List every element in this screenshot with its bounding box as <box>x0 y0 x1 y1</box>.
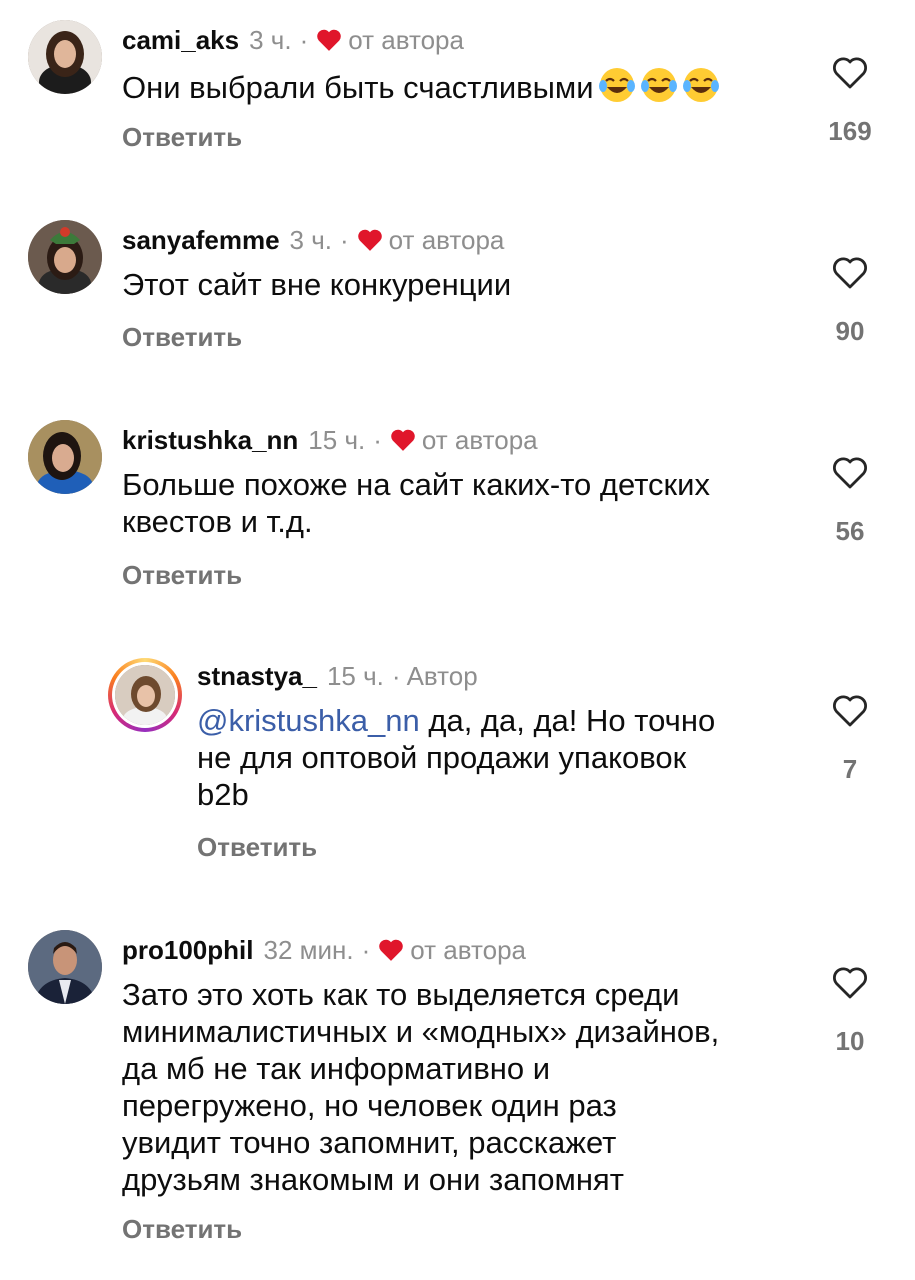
avatar <box>115 665 175 725</box>
author-liked-heart-icon <box>317 29 342 51</box>
comment-meta: sanyafemme 3 ч. · от автора <box>122 224 504 256</box>
separator: · <box>373 425 382 455</box>
avatar[interactable] <box>28 930 102 1004</box>
reply-button[interactable]: Ответить <box>122 560 242 591</box>
author-liked-heart-icon <box>379 939 404 961</box>
avatar[interactable] <box>28 20 102 94</box>
author-badge: Автор <box>406 661 478 691</box>
mention-link[interactable]: @kristushka_nn <box>197 703 420 738</box>
comment-text: Этот сайт вне конкуренции <box>122 267 512 302</box>
emoji-group <box>594 68 720 105</box>
username[interactable]: stnastya_ <box>197 660 317 692</box>
like-heart-icon[interactable] <box>832 56 868 90</box>
comment-text: Зато это хоть как то выделяется среди ми… <box>122 977 720 1197</box>
comment-meta: pro100phil 32 мин. · от автора <box>122 934 526 966</box>
username[interactable]: cami_aks <box>122 24 239 56</box>
comment-text: Они выбрали быть счастливыми <box>122 66 720 106</box>
like-count: 169 <box>828 116 872 146</box>
timestamp: 15 ч. <box>308 425 366 455</box>
like-count: 10 <box>835 1026 865 1056</box>
like-count: 56 <box>835 516 865 546</box>
separator: · <box>391 661 401 691</box>
username[interactable]: pro100phil <box>122 934 253 966</box>
like-heart-icon[interactable] <box>832 966 868 1000</box>
timestamp: 3 ч. <box>289 225 332 255</box>
timestamp: 15 ч. <box>326 661 384 691</box>
laughing-emoji-icon <box>682 68 719 102</box>
comment-meta: kristushka_nn 15 ч. · от автора <box>122 424 538 456</box>
like-count: 7 <box>842 754 858 784</box>
author-badge: от автора <box>421 425 538 455</box>
story-ring-inner <box>112 662 178 728</box>
comment-meta: cami_aks 3 ч. · от автора <box>122 24 464 56</box>
story-ring[interactable] <box>108 658 182 732</box>
comment-text: @kristushka_nn да, да, да! Но точно не д… <box>197 702 715 813</box>
reply-button[interactable]: Ответить <box>122 122 242 153</box>
like-heart-icon[interactable] <box>832 456 868 490</box>
like-heart-icon[interactable] <box>832 256 868 290</box>
reply-button[interactable]: Ответить <box>197 832 317 863</box>
author-badge: от автора <box>388 225 505 255</box>
username[interactable]: kristushka_nn <box>122 424 298 456</box>
laughing-emoji-icon <box>598 68 635 102</box>
comment-meta: stnastya_ 15 ч. · Автор <box>197 660 478 692</box>
username[interactable]: sanyafemme <box>122 224 280 256</box>
comment-text: Больше похоже на сайт каких-то детских к… <box>122 467 710 539</box>
timestamp: 32 мин. <box>263 935 354 965</box>
reply-button[interactable]: Ответить <box>122 1214 242 1245</box>
reply-button[interactable]: Ответить <box>122 322 242 353</box>
laughing-emoji-icon <box>640 68 677 102</box>
avatar[interactable] <box>28 420 102 494</box>
author-badge: от автора <box>348 25 464 55</box>
separator: · <box>299 25 309 55</box>
like-count: 90 <box>835 316 865 346</box>
separator: · <box>361 935 371 965</box>
separator: · <box>340 225 349 255</box>
timestamp: 3 ч. <box>249 25 292 55</box>
comment-body: Они выбрали быть счастливыми <box>122 70 594 105</box>
like-heart-icon[interactable] <box>832 694 868 728</box>
author-badge: от автора <box>410 935 526 965</box>
author-liked-heart-icon <box>357 229 382 251</box>
author-liked-heart-icon <box>391 429 415 451</box>
avatar[interactable] <box>28 220 102 294</box>
